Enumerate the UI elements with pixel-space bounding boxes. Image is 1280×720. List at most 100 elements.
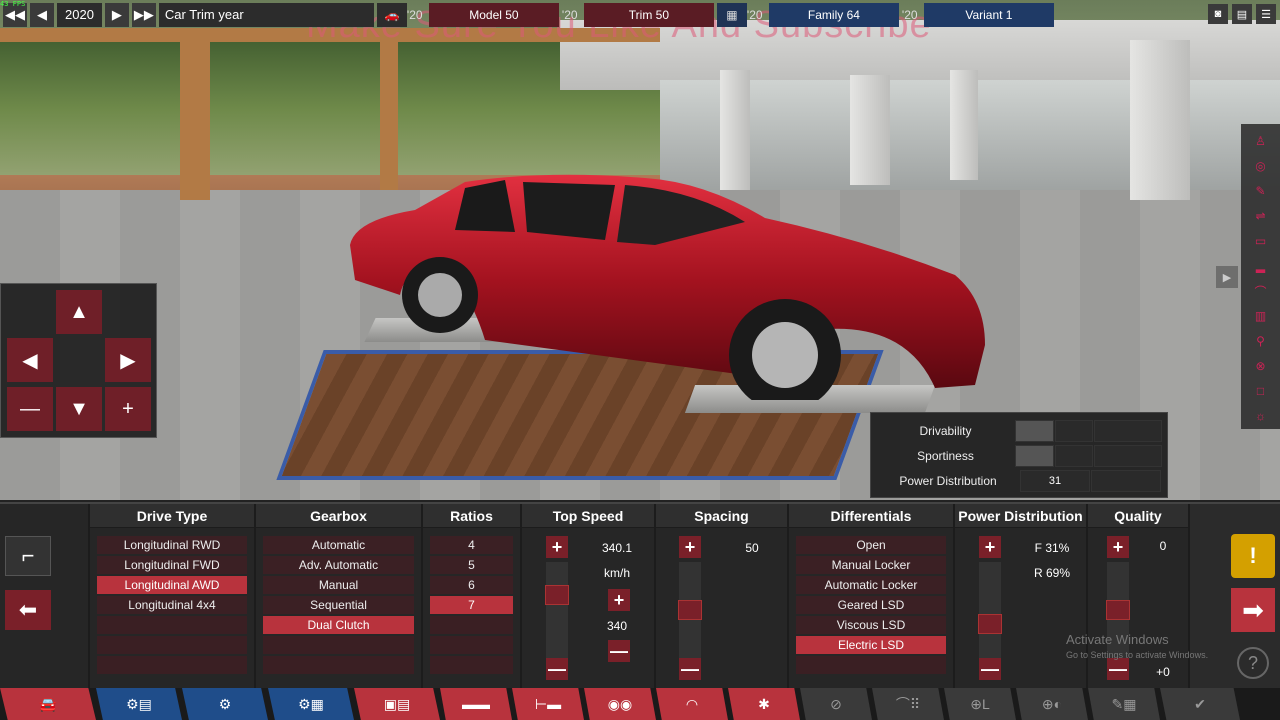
empty-option-slot — [263, 636, 414, 654]
spacing-increase-button[interactable]: + — [679, 536, 701, 558]
differentials-option[interactable]: Geared LSD — [796, 596, 946, 614]
quality-decrease-button[interactable]: — — [1107, 658, 1129, 680]
quality-increase-button[interactable]: + — [1107, 536, 1129, 558]
chassis-icon[interactable]: ▬▬ — [440, 688, 512, 720]
drive-type-option[interactable]: Longitudinal RWD — [97, 536, 247, 554]
car-model[interactable] — [345, 170, 990, 400]
testing-icon[interactable]: ⊕◐ — [1016, 688, 1088, 720]
wing-icon[interactable]: ⌒ — [1251, 282, 1271, 300]
top-speed-slider-handle[interactable] — [545, 584, 569, 605]
save-icon[interactable]: ▤ — [1232, 4, 1252, 24]
target-speed-decrease-button[interactable]: — — [608, 640, 630, 662]
light-icon[interactable]: ☼ — [1251, 407, 1271, 425]
top-speed-decrease-button[interactable]: — — [546, 658, 568, 680]
differentials-option[interactable]: Viscous LSD — [796, 616, 946, 634]
quality-slider-handle[interactable] — [1106, 600, 1130, 620]
top-speed-increase-button[interactable]: + — [546, 536, 568, 558]
camera-up-button[interactable]: ▲ — [56, 290, 102, 334]
gearbox-option[interactable]: Dual Clutch — [263, 616, 414, 634]
ratios-column: Ratios 4 5 6 7 — [423, 504, 522, 690]
variant-segment[interactable]: '20 Variant 1 — [902, 2, 1054, 27]
ratios-option[interactable]: 4 — [430, 536, 513, 554]
power-distribution-slider-handle[interactable] — [978, 614, 1002, 635]
wheels-icon[interactable]: ◉◉ — [584, 688, 656, 720]
grille-icon[interactable]: ▥ — [1251, 307, 1271, 325]
variant-name: Variant 1 — [923, 2, 1054, 27]
steering-icon[interactable]: ⊗ — [1251, 357, 1271, 375]
trim-segment[interactable]: '20 Trim 50 — [562, 2, 714, 27]
ratios-option[interactable]: 6 — [430, 576, 513, 594]
suspension-icon[interactable]: ⊢▬ — [512, 688, 584, 720]
differentials-option[interactable]: Open — [796, 536, 946, 554]
engine-family-icon[interactable]: ⚙▤ — [96, 688, 182, 720]
spacing-slider-handle[interactable] — [678, 600, 702, 620]
square-icon[interactable]: □ — [1251, 382, 1271, 400]
gearbox-option[interactable]: Manual — [263, 576, 414, 594]
menu-icon[interactable]: ☰ — [1256, 4, 1276, 24]
link-icon[interactable]: ⇌ — [1251, 207, 1271, 225]
interior-icon[interactable]: ⌒⠿ — [872, 688, 944, 720]
differentials-option[interactable]: Manual Locker — [796, 556, 946, 574]
spray-icon[interactable]: ✎ — [1251, 182, 1271, 200]
zoom-in-button[interactable]: + — [105, 387, 151, 431]
top-speed-value: 340.1 — [601, 541, 633, 555]
gearbox-option[interactable]: Adv. Automatic — [263, 556, 414, 574]
car-side-icon[interactable]: ▂ — [1251, 257, 1271, 275]
car-body-icon[interactable]: 🚘 — [0, 688, 96, 720]
bar-icon[interactable]: ▭ — [1251, 232, 1271, 250]
warning-icon[interactable]: ! — [1231, 534, 1275, 578]
wheel-icon[interactable]: ◎ — [1251, 157, 1271, 175]
paint-icon[interactable]: ✎▦ — [1088, 688, 1160, 720]
ratios-option[interactable]: 5 — [430, 556, 513, 574]
expand-sidebar-button[interactable]: ▶ — [1216, 266, 1238, 288]
gearbox-option[interactable]: Sequential — [263, 596, 414, 614]
drive-type-option[interactable]: Longitudinal AWD — [97, 576, 247, 594]
engine-variant-icon[interactable]: ⚙▦ — [268, 688, 354, 720]
zoom-out-button[interactable]: — — [7, 387, 53, 431]
gearbox-option[interactable]: Automatic — [263, 536, 414, 554]
engine-block-icon[interactable]: ⚙ — [182, 688, 268, 720]
power-distribution-decrease-button[interactable]: — — [979, 658, 1001, 680]
next-year-button[interactable]: ▶ — [104, 2, 129, 27]
pillar — [950, 70, 978, 180]
help-icon[interactable]: ? — [1237, 647, 1269, 679]
empty-option-slot — [430, 636, 513, 654]
aero-icon[interactable]: ⊘ — [800, 688, 872, 720]
safety-icon[interactable]: ⊕L — [944, 688, 1016, 720]
ratios-option[interactable]: 7 — [430, 596, 513, 614]
person-icon[interactable]: ♙ — [1251, 132, 1271, 150]
ratios-options: 4 5 6 7 — [423, 528, 520, 674]
top-right-tools: ◙ ▤ ☰ — [1208, 4, 1276, 24]
power-distribution-increase-button[interactable]: + — [979, 536, 1001, 558]
drivetrain-icon[interactable]: ▣▤ — [354, 688, 440, 720]
stats-panel: Drivability Sportiness Power Distributio… — [870, 412, 1168, 498]
drive-type-option[interactable]: Longitudinal FWD — [97, 556, 247, 574]
next-button[interactable]: ➡ — [1231, 588, 1275, 632]
top-speed-slider[interactable] — [545, 562, 569, 658]
car-icon: 🚗 — [376, 2, 407, 27]
drive-type-option[interactable]: Longitudinal 4x4 — [97, 596, 247, 614]
spacing-slider[interactable] — [678, 562, 702, 658]
differentials-option[interactable]: Automatic Locker — [796, 576, 946, 594]
trim-year-label: Car Trim year — [158, 2, 374, 27]
spacing-decrease-button[interactable]: — — [679, 658, 701, 680]
prev-year-button[interactable]: ◀ — [30, 2, 54, 27]
back-button[interactable]: ⬅ — [5, 590, 51, 630]
camera-icon[interactable]: ◙ — [1208, 4, 1228, 24]
brakes-icon[interactable]: ◠ — [656, 688, 728, 720]
rims-icon[interactable]: ✱ — [728, 688, 800, 720]
model-segment[interactable]: 🚗 '20 Model 50 — [376, 2, 559, 27]
target-speed-increase-button[interactable]: + — [608, 589, 630, 611]
camera-right-button[interactable]: ▶ — [105, 338, 151, 382]
graph-icon[interactable]: ⌐ — [5, 536, 51, 576]
finish-icon[interactable]: ✔ — [1160, 688, 1240, 720]
camera-left-button[interactable]: ◀ — [7, 338, 53, 382]
fast-forward-icon[interactable]: ▶▶ — [131, 2, 156, 27]
family-segment[interactable]: ▦ '20 Family 64 — [716, 2, 899, 27]
differentials-option[interactable]: Electric LSD — [796, 636, 946, 654]
bottom-navigation: 🚘 ⚙▤ ⚙ ⚙▦ ▣▤ ▬▬ ⊢▬ ◉◉ ◠ ✱ ⊘ ⌒⠿ ⊕L ⊕◐ ✎▦ … — [0, 688, 1280, 720]
camera-down-button[interactable]: ▼ — [56, 387, 102, 431]
ratios-title: Ratios — [423, 504, 520, 528]
power-distribution-slider[interactable] — [978, 562, 1002, 658]
seat-icon[interactable]: ⚲ — [1251, 332, 1271, 350]
